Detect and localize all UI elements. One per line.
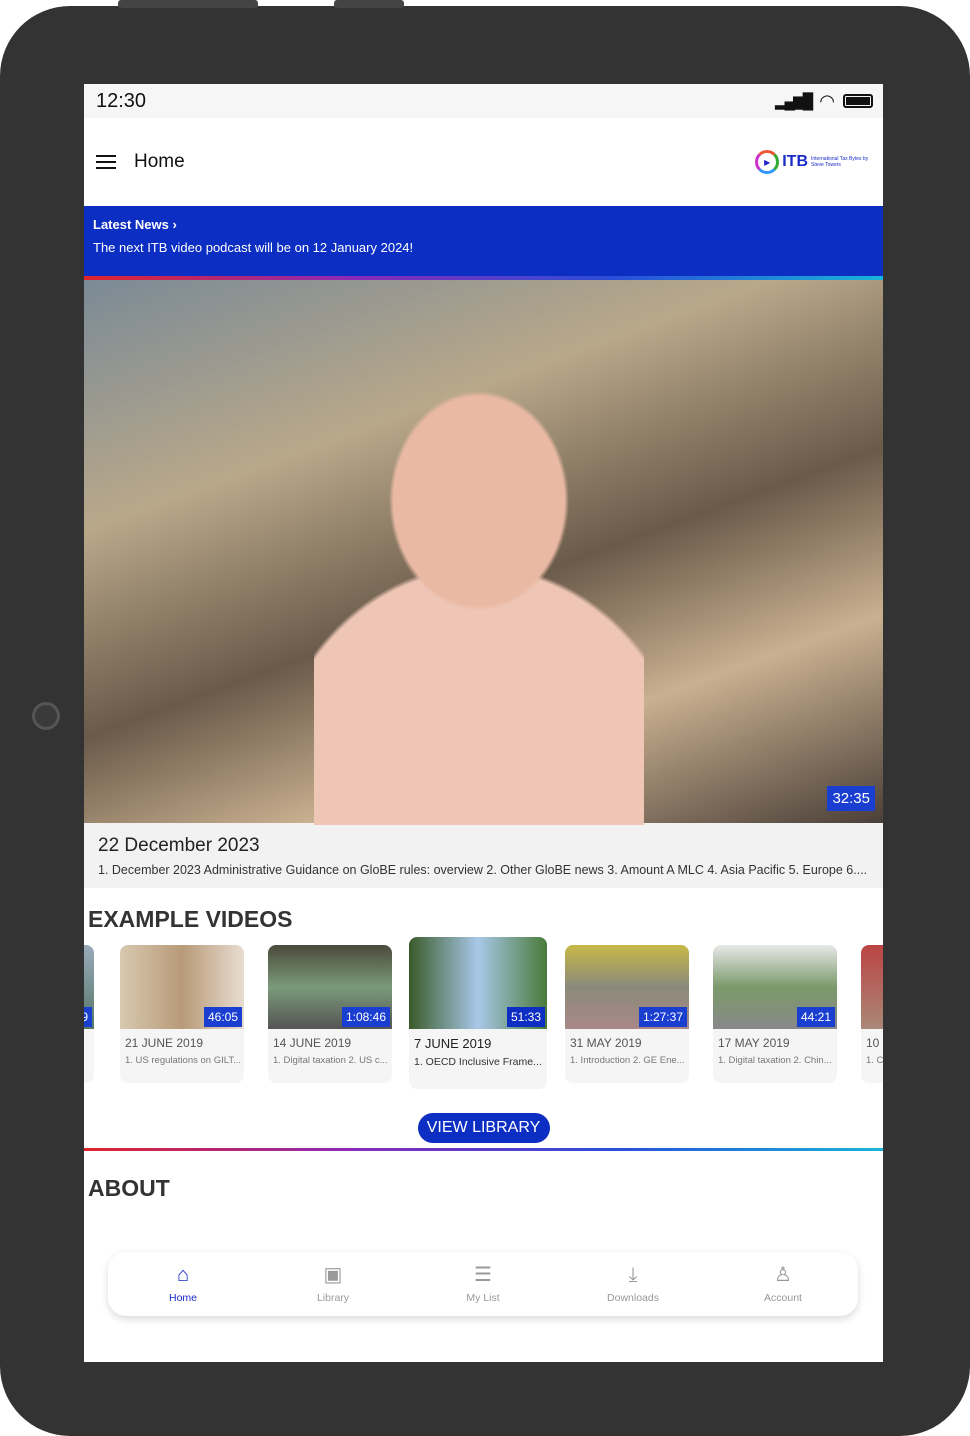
video-card[interactable]: 1:27:37 31 MAY 2019 1. Introduction 2. GE … xyxy=(565,945,689,1083)
video-summary: 1. US regulations on GILT... xyxy=(125,1055,241,1066)
featured-summary: 1. December 2023 Administrative Guidance… xyxy=(98,863,868,877)
video-card[interactable]: 1:08:46 14 JUNE 2019 1. Digital taxation 2… xyxy=(268,945,392,1083)
video-summary: 1. OECD Inclusive Frame... xyxy=(414,1056,542,1068)
video-duration: 1:27:37 xyxy=(638,1007,687,1027)
featured-video[interactable]: 32:35 xyxy=(84,280,883,825)
nav-library[interactable]: ▣ Library xyxy=(258,1252,408,1316)
video-date: 14 JUNE 2019 xyxy=(273,1036,352,1050)
news-message: The next ITB video podcast will be on 12… xyxy=(93,240,414,255)
power-button xyxy=(334,0,404,8)
video-duration: 44:21 xyxy=(796,1007,835,1027)
video-summary: 1. Digital taxation 2. Chin... xyxy=(718,1055,832,1066)
video-duration: 51:33 xyxy=(506,1007,545,1027)
nav-label: My List xyxy=(466,1292,500,1304)
library-icon: ▣ xyxy=(323,1264,343,1286)
video-thumbnail-presenter xyxy=(314,375,644,825)
video-summary: 1. Cl xyxy=(866,1055,883,1066)
page-title: Home xyxy=(134,151,185,172)
example-videos-heading: EXAMPLE VIDEOS xyxy=(88,906,293,932)
example-videos-carousel[interactable]: 9 46:05 21 JUNE 2019 1. US regulations on … xyxy=(84,933,883,1093)
video-date: 10 M xyxy=(866,1036,883,1050)
nav-label: Home xyxy=(168,1292,197,1304)
download-icon: ⤓ xyxy=(628,1264,638,1286)
video-date: 7 JUNE 2019 xyxy=(414,1036,492,1051)
battery-icon xyxy=(843,94,873,108)
itb-logo: ▶ ITB International Tax Bytes by Steve Tow… xyxy=(755,150,873,174)
nav-label: Downloads xyxy=(607,1292,659,1304)
video-summary: 1. Digital taxation 2. US c... xyxy=(273,1055,388,1066)
wifi-icon: ◠ xyxy=(819,90,835,111)
about-heading: ABOUT xyxy=(88,1175,170,1201)
video-summary: 1. Introduction 2. GE Ene... xyxy=(570,1055,685,1066)
video-date: 17 MAY 2019 xyxy=(718,1036,790,1050)
video-card[interactable]: 46:05 21 JUNE 2019 1. US regulations on GI… xyxy=(120,945,244,1083)
video-duration: 1:08:46 xyxy=(341,1007,390,1027)
video-card[interactable]: 9 xyxy=(84,945,94,1083)
video-card[interactable]: 10 M 1. Cl xyxy=(861,945,883,1083)
app-header: Home ▶ ITB International Tax Bytes by Stev… xyxy=(84,118,883,206)
video-duration: 46:05 xyxy=(203,1007,242,1027)
view-library-button[interactable]: VIEW LIBRARY xyxy=(417,1113,550,1143)
nav-account[interactable]: ♙ Account xyxy=(708,1252,858,1316)
bottom-nav: ⌂ Home ▣ Library ☰ My List ⤓ Downloads ♙ Acco… xyxy=(108,1252,858,1316)
volume-button xyxy=(118,0,258,8)
video-date: 21 JUNE 2019 xyxy=(125,1036,204,1050)
camera xyxy=(32,702,60,730)
latest-news-banner[interactable]: Latest News › The next ITB video podcast… xyxy=(84,206,883,276)
video-card-selected[interactable]: 51:33 7 JUNE 2019 1. OECD Inclusive Frame.… xyxy=(409,937,547,1089)
signal-icon: ▂▄▆█ xyxy=(774,93,813,110)
list-icon: ☰ xyxy=(474,1264,492,1286)
featured-date: 22 December 2023 xyxy=(98,835,260,856)
app-screen: 12:30 ▂▄▆█ ◠ Home ▶ ITB International Tax … xyxy=(84,84,883,1362)
video-date: 31 MAY 2019 xyxy=(570,1036,642,1050)
nav-downloads[interactable]: ⤓ Downloads xyxy=(558,1252,708,1316)
clock: 12:30 xyxy=(96,89,147,112)
featured-caption[interactable]: 22 December 2023 1. December 2023 Admini… xyxy=(84,823,883,888)
video-duration: 32:35 xyxy=(827,786,875,811)
menu-icon[interactable] xyxy=(96,155,116,169)
status-bar: 12:30 ▂▄▆█ ◠ xyxy=(84,84,883,118)
home-icon: ⌂ xyxy=(176,1264,190,1286)
account-icon: ♙ xyxy=(774,1264,792,1286)
video-card[interactable]: 44:21 17 MAY 2019 1. Digital taxation 2. C… xyxy=(713,945,837,1083)
nav-my-list[interactable]: ☰ My List xyxy=(408,1252,558,1316)
gradient-divider xyxy=(84,1148,883,1151)
nav-home[interactable]: ⌂ Home xyxy=(108,1252,258,1316)
nav-label: Library xyxy=(316,1292,350,1304)
nav-label: Account xyxy=(764,1292,802,1304)
latest-news-link[interactable]: Latest News › xyxy=(93,217,874,232)
